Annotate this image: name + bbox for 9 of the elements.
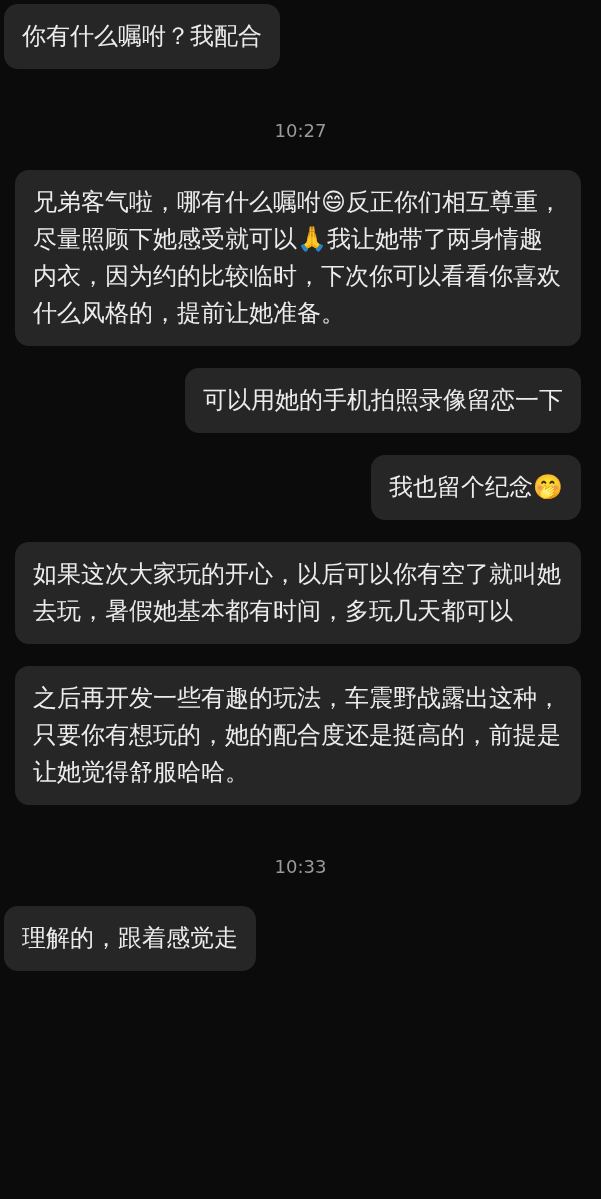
message-bubble: 你有什么嘱咐？我配合 [4, 4, 280, 69]
message-bubble: 如果这次大家玩的开心，以后可以你有空了就叫她去玩，暑假她基本都有时间，多玩几天都可以 [15, 542, 581, 644]
message-bubble: 可以用她的手机拍照录像留恋一下 [185, 368, 581, 433]
message-bubble: 我也留个纪念🤭 [371, 455, 581, 520]
timestamp: 10:27 [274, 119, 327, 143]
message-bubble: 兄弟客气啦，哪有什么嘱咐😄反正你们相互尊重，尽量照顾下她感受就可以🙏我让她带了两身情趣内衣，因为约的比较临时，下次你可以看看你喜欢什么风格的，提前让她准备。 [15, 170, 581, 346]
message-bubble: 理解的，跟着感觉走 [4, 906, 256, 971]
message-bubble: 之后再开发一些有趣的玩法，车震野战露出这种，只要你有想玩的，她的配合度还是挺高的，前提是让她觉得舒服哈哈。 [15, 666, 581, 805]
timestamp: 10:33 [274, 855, 327, 879]
